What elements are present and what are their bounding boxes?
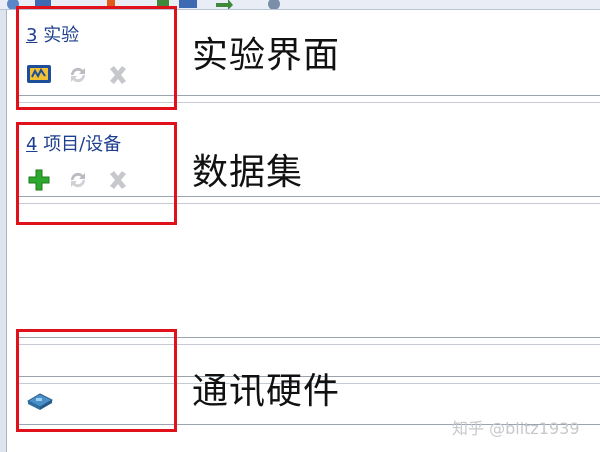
highlight-box-experiment: [16, 6, 177, 110]
toolbar-icon-6[interactable]: [214, 0, 234, 9]
toolbar-icon-5[interactable]: [178, 0, 198, 9]
annotation-experiment-interface: 实验界面: [192, 35, 341, 76]
toolbar-icon-7[interactable]: [266, 0, 282, 9]
annotation-dataset: 数据集: [192, 152, 304, 193]
watermark: 知乎 @blitz1939: [452, 419, 580, 438]
panel-left-border: [0, 10, 7, 452]
highlight-box-dataset: [16, 122, 177, 225]
annotation-communication-hardware: 通讯硬件: [192, 371, 341, 412]
highlight-box-hardware: [16, 329, 177, 432]
